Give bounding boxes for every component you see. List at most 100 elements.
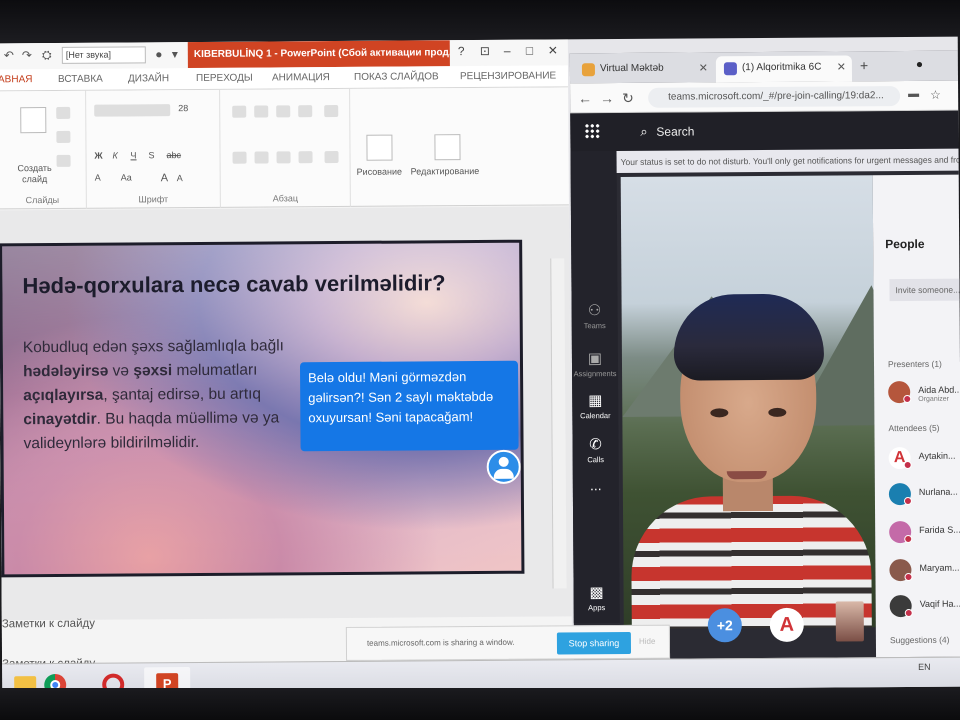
outdent-icon[interactable] <box>298 105 313 118</box>
browser-tab-virtual-mektab[interactable]: Virtual Məktəb ✕ <box>574 56 714 83</box>
ribbon-options-button[interactable]: ⊡ <box>480 44 490 58</box>
hide-button[interactable]: Hide <box>639 637 656 646</box>
self-view-tile[interactable] <box>835 601 864 642</box>
drawing-group: Рисование <box>350 88 411 206</box>
stop-sharing-button[interactable]: Stop sharing <box>556 631 632 655</box>
tab-animations[interactable]: АНИМАЦИЯ <box>272 72 330 83</box>
forward-icon[interactable]: → <box>600 90 614 106</box>
tab-title: Virtual Məktəb <box>599 62 664 75</box>
text-direction-icon[interactable] <box>324 104 339 118</box>
attendees-header[interactable]: Attendees (5) <box>888 423 939 433</box>
minimize-button[interactable]: – <box>504 44 511 58</box>
smartart-icon[interactable] <box>324 150 339 164</box>
tab-transitions[interactable]: ПЕРЕХОДЫ <box>196 73 253 84</box>
align-center-icon[interactable] <box>254 151 269 164</box>
editing-button[interactable]: Редактирование <box>411 166 480 176</box>
url-field[interactable]: teams.microsoft.com/_#/pre-join-calling/… <box>648 86 901 108</box>
redo-icon[interactable]: ↷ <box>20 48 34 62</box>
participant-row[interactable]: Farida S... <box>889 520 960 548</box>
font-color-button[interactable]: A <box>95 173 101 183</box>
participant-tile-a[interactable]: A <box>769 607 804 642</box>
participant-row[interactable]: Aida Abd... Organizer <box>888 380 960 408</box>
rail-apps[interactable]: ▩ Apps <box>574 583 620 612</box>
undo-icon[interactable]: ↶ <box>2 48 16 62</box>
drawing-button[interactable]: Рисование <box>357 167 402 177</box>
numbering-icon[interactable] <box>254 105 269 118</box>
find-icon[interactable] <box>434 134 461 161</box>
presenters-header[interactable]: Presenters (1) <box>888 359 942 369</box>
slide-body[interactable]: Kobudluq edən şəxs sağlamlıqla bağlı həd… <box>23 334 306 456</box>
customize-icon[interactable]: ▾ <box>168 47 182 61</box>
rail-assignments[interactable]: ▣ Assignments <box>572 349 618 378</box>
shadow-button[interactable]: S <box>148 150 154 160</box>
bold-button[interactable]: Ж <box>94 151 102 161</box>
invite-input[interactable]: Invite someone... <box>889 278 960 302</box>
vertical-scrollbar[interactable] <box>550 258 567 589</box>
reset-icon[interactable] <box>56 130 71 143</box>
reload-icon[interactable]: ↻ <box>622 90 634 107</box>
close-tab-icon[interactable]: ✕ <box>837 55 846 79</box>
language-indicator[interactable]: EN <box>918 662 931 672</box>
justify-icon[interactable] <box>298 151 313 164</box>
tab-insert[interactable]: ВСТАВКА <box>58 74 103 85</box>
record-icon[interactable]: ⛭ <box>40 48 54 62</box>
bullets-icon[interactable] <box>232 105 247 118</box>
speech-bubble[interactable]: Belə oldu! Məni görməzdən gəlirsən?! Sən… <box>299 360 519 452</box>
new-tab-button[interactable]: + <box>860 57 868 73</box>
record-dot-icon[interactable]: ● <box>152 47 166 61</box>
participant-row[interactable]: Vaqif Ha... <box>889 594 960 622</box>
new-slide-icon[interactable] <box>20 107 47 134</box>
status-dot-icon <box>904 534 913 544</box>
back-icon[interactable]: ← <box>578 90 592 106</box>
slide-title[interactable]: Hədə-qorxulara necə cavab verilməlidir? <box>22 269 452 299</box>
shrink-font-button[interactable]: A <box>177 173 183 183</box>
search-label[interactable]: Search <box>656 124 694 138</box>
tab-review[interactable]: РЕЦЕНЗИРОВАНИЕ <box>460 70 556 82</box>
tab-home[interactable]: АВНАЯ <box>0 74 32 85</box>
change-case-button[interactable]: Aa <box>121 172 132 182</box>
browser-tab-teams[interactable]: (1) Alqoritmika 6C ✕ <box>715 55 853 83</box>
slide-editor: Hədə-qorxulara necə cavab verilməlidir? … <box>0 206 572 621</box>
suggestions-header[interactable]: Suggestions (4) <box>890 635 950 645</box>
search-icon[interactable]: ⌕ <box>640 124 647 140</box>
rail-more[interactable]: ... <box>573 477 619 493</box>
rail-calendar[interactable]: ▦ Calendar <box>572 391 618 420</box>
font-size-box[interactable]: 28 <box>178 103 188 113</box>
align-left-icon[interactable] <box>232 151 247 164</box>
underline-button[interactable]: Ч <box>130 150 136 160</box>
star-icon[interactable]: ☆ <box>930 88 941 102</box>
align-right-icon[interactable] <box>276 151 291 164</box>
slide-canvas[interactable]: Hədə-qorxulara necə cavab verilməlidir? … <box>0 239 525 578</box>
monitor-bezel-bottom <box>0 688 960 720</box>
participant-row[interactable]: A Aytakin... <box>888 446 960 474</box>
close-button[interactable]: ✕ <box>548 43 558 57</box>
shapes-icon[interactable] <box>366 134 393 161</box>
help-button[interactable]: ? <box>458 44 465 58</box>
status-dot-icon <box>903 460 912 470</box>
section-icon[interactable] <box>56 154 71 167</box>
participant-row[interactable]: Maryam... <box>889 558 960 586</box>
tab-design[interactable]: ДИЗАЙН <box>128 73 169 84</box>
strikethrough-button[interactable]: abc <box>166 150 181 160</box>
profile-icon[interactable]: ● <box>916 57 923 71</box>
tab-slideshow[interactable]: ПОКАЗ СЛАЙДОВ <box>354 71 439 83</box>
rail-teams[interactable]: ⚇ Teams <box>572 301 618 330</box>
cast-icon[interactable]: ▬ <box>908 88 919 100</box>
layout-icon[interactable] <box>56 106 71 119</box>
close-tab-icon[interactable]: ✕ <box>699 56 708 80</box>
slides-group-label: Слайды <box>25 194 60 206</box>
indent-icon[interactable] <box>276 105 291 118</box>
grow-font-button[interactable]: A <box>161 172 168 184</box>
maximize-button[interactable]: □ <box>526 44 533 58</box>
more-participants-tile[interactable]: +2 <box>707 608 742 643</box>
font-name-box[interactable] <box>94 104 171 117</box>
audio-dropdown[interactable]: [Нет звука] <box>61 46 146 64</box>
video-feed <box>620 175 876 630</box>
ribbon: Создать слайд Слайды 28 Ж К Ч S abc A Aa… <box>0 87 569 210</box>
new-slide-button[interactable]: Создать слайд <box>13 163 57 185</box>
italic-button[interactable]: К <box>112 151 117 161</box>
rail-calls[interactable]: ✆ Calls <box>572 435 618 464</box>
browser-window: Virtual Məktəb ✕ (1) Alqoritmika 6C ✕ + … <box>569 50 960 660</box>
participant-row[interactable]: Nurlana... <box>888 482 960 510</box>
app-launcher-icon[interactable] <box>584 123 601 140</box>
